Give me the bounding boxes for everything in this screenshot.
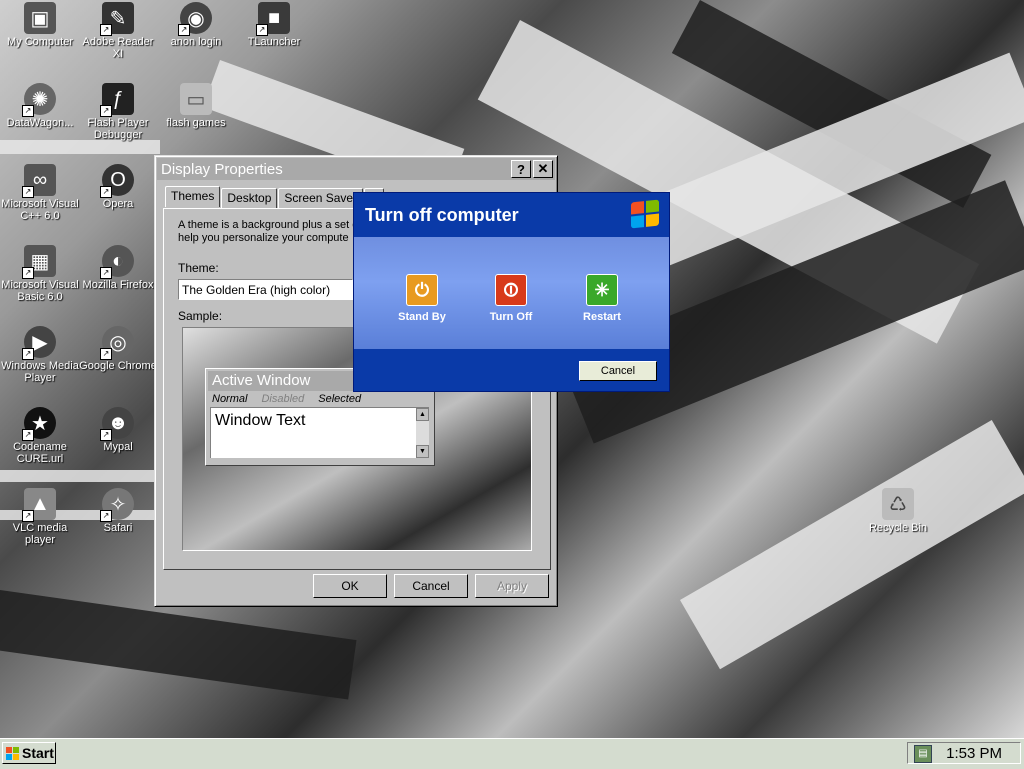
power-icon: ⏼ xyxy=(495,274,527,306)
sample-menubar: Normal Disabled Selected xyxy=(206,393,434,405)
turn-off-title: Turn off computer xyxy=(365,204,519,225)
sample-menu-normal: Normal xyxy=(212,393,248,405)
window-title: Display Properties xyxy=(161,160,283,178)
tab-desktop[interactable]: Desktop xyxy=(221,188,278,209)
desktop-icon-safari[interactable]: ✧ ↗ Safari xyxy=(79,488,157,534)
desktop-icon-my-computer[interactable]: ▣ My Computer xyxy=(1,2,79,48)
mypal-icon: ☻ ↗ xyxy=(100,407,134,441)
turn-off-header: Turn off computer xyxy=(354,193,669,237)
sample-menu-selected: Selected xyxy=(318,393,362,405)
turn-off-footer: Cancel xyxy=(354,349,669,391)
opera-icon: O ↗ xyxy=(100,164,134,198)
turn-off-dialog: Turn off computer ⏻ Stand By ⏼ Turn Off … xyxy=(353,192,670,392)
restart-label: Restart xyxy=(583,311,621,323)
chrome-icon: ◎ ↗ xyxy=(100,326,134,360)
desktop-icon-flash-player[interactable]: ƒ ↗ Flash Player Debugger xyxy=(79,83,157,141)
vcpp-icon: ∞ ↗ xyxy=(22,164,56,198)
themes-description: A theme is a background plus a set o to … xyxy=(178,219,371,244)
start-button[interactable]: Start xyxy=(2,742,56,764)
display-properties-titlebar[interactable]: Display Properties ? ✕ xyxy=(157,158,555,180)
desktop-icon-codename-cure[interactable]: ★ ↗ Codename CURE.url xyxy=(1,407,79,465)
desktop-icon-visual-basic[interactable]: ▦ ↗ Microsoft Visual Basic 6.0 xyxy=(1,245,79,303)
stand-by-label: Stand By xyxy=(398,311,446,323)
desktop-icon-visual-cpp[interactable]: ∞ ↗ Microsoft Visual C++ 6.0 xyxy=(1,164,79,222)
tab-screen-saver[interactable]: Screen Saver xyxy=(278,188,364,209)
url-icon: ★ ↗ xyxy=(22,407,56,441)
safari-icon: ✧ ↗ xyxy=(100,488,134,522)
sample-label: Sample: xyxy=(178,309,223,323)
close-button[interactable]: ✕ xyxy=(533,160,553,178)
gear-icon: ✺ ↗ xyxy=(22,83,56,117)
desktop-icon-datawagon[interactable]: ✺ ↗ DataWagon... xyxy=(1,83,79,129)
desktop-icon-adobe-reader[interactable]: ✎ ↗ Adobe Reader XI xyxy=(79,2,157,60)
desktop-icon-recycle-bin[interactable]: ♺ Recycle Bin xyxy=(859,488,937,534)
restart-icon: ✳ xyxy=(586,274,618,306)
system-tray: ▤ 1:53 PM xyxy=(907,742,1021,764)
turn-off-button[interactable]: ⏼ Turn Off xyxy=(475,274,547,323)
cancel-button[interactable]: Cancel xyxy=(394,574,468,598)
taskbar: Start ▤ 1:53 PM xyxy=(0,738,1024,769)
windows-logo-icon xyxy=(631,199,659,229)
turn-off-label: Turn Off xyxy=(489,311,533,323)
sample-scrollbar: ▲ ▼ xyxy=(416,408,429,458)
cube-icon: ■ ↗ xyxy=(256,2,290,36)
tray-network-icon[interactable]: ▤ xyxy=(914,745,932,763)
desktop-icon-chrome[interactable]: ◎ ↗ Google Chrome xyxy=(79,326,157,372)
sample-window-body: Window Text ▲ ▼ xyxy=(210,407,429,458)
stand-by-icon: ⏻ xyxy=(406,274,438,306)
pdf-icon: ✎ ↗ xyxy=(100,2,134,36)
firefox-icon: ◐ ↗ xyxy=(100,245,134,279)
desktop-icon-media-player[interactable]: ▶ ↗ Windows Media Player xyxy=(1,326,79,384)
computer-icon: ▣ xyxy=(24,2,56,34)
vlc-icon: ▲ ↗ xyxy=(22,488,56,522)
help-button[interactable]: ? xyxy=(511,160,531,178)
turn-off-cancel-button[interactable]: Cancel xyxy=(579,361,657,381)
windows-flag-icon xyxy=(6,746,19,760)
desktop-icon-tlauncher[interactable]: ■ ↗ TLauncher xyxy=(235,2,313,48)
start-label: Start xyxy=(22,745,54,761)
desktop-icon-anon-login[interactable]: ◉ ↗ anon login xyxy=(157,2,235,48)
ok-button[interactable]: OK xyxy=(313,574,387,598)
tab-themes[interactable]: Themes xyxy=(165,186,221,207)
steam-icon: ◉ ↗ xyxy=(178,2,212,36)
folder-icon: ▭ xyxy=(180,83,212,115)
desktop-icon-vlc[interactable]: ▲ ↗ VLC media player xyxy=(1,488,79,546)
vb-icon: ▦ ↗ xyxy=(22,245,56,279)
restart-button[interactable]: ✳ Restart xyxy=(566,274,638,323)
sample-window-text: Window Text xyxy=(215,412,306,429)
stand-by-button[interactable]: ⏻ Stand By xyxy=(386,274,458,323)
theme-label: Theme: xyxy=(178,261,219,275)
recycle-bin-icon: ♺ xyxy=(882,488,914,520)
desktop-icon-opera[interactable]: O ↗ Opera xyxy=(79,164,157,210)
clock[interactable]: 1:53 PM xyxy=(946,745,1002,762)
theme-select-value: The Golden Era (high color) xyxy=(182,282,331,297)
sample-menu-disabled: Disabled xyxy=(261,393,305,405)
turn-off-options: ⏻ Stand By ⏼ Turn Off ✳ Restart xyxy=(354,237,669,349)
scroll-up-arrow-icon: ▲ xyxy=(416,408,429,421)
apply-button[interactable]: Apply xyxy=(475,574,549,598)
media-player-icon: ▶ ↗ xyxy=(22,326,56,360)
desktop-icon-flash-games[interactable]: ▭ flash games xyxy=(157,83,235,129)
desktop-icon-firefox[interactable]: ◐ ↗ Mozilla Firefox xyxy=(79,245,157,291)
theme-select[interactable]: The Golden Era (high color) xyxy=(178,279,353,300)
flash-icon: ƒ ↗ xyxy=(100,83,134,117)
scroll-down-arrow-icon: ▼ xyxy=(416,445,429,458)
desktop-icon-mypal[interactable]: ☻ ↗ Mypal xyxy=(79,407,157,453)
